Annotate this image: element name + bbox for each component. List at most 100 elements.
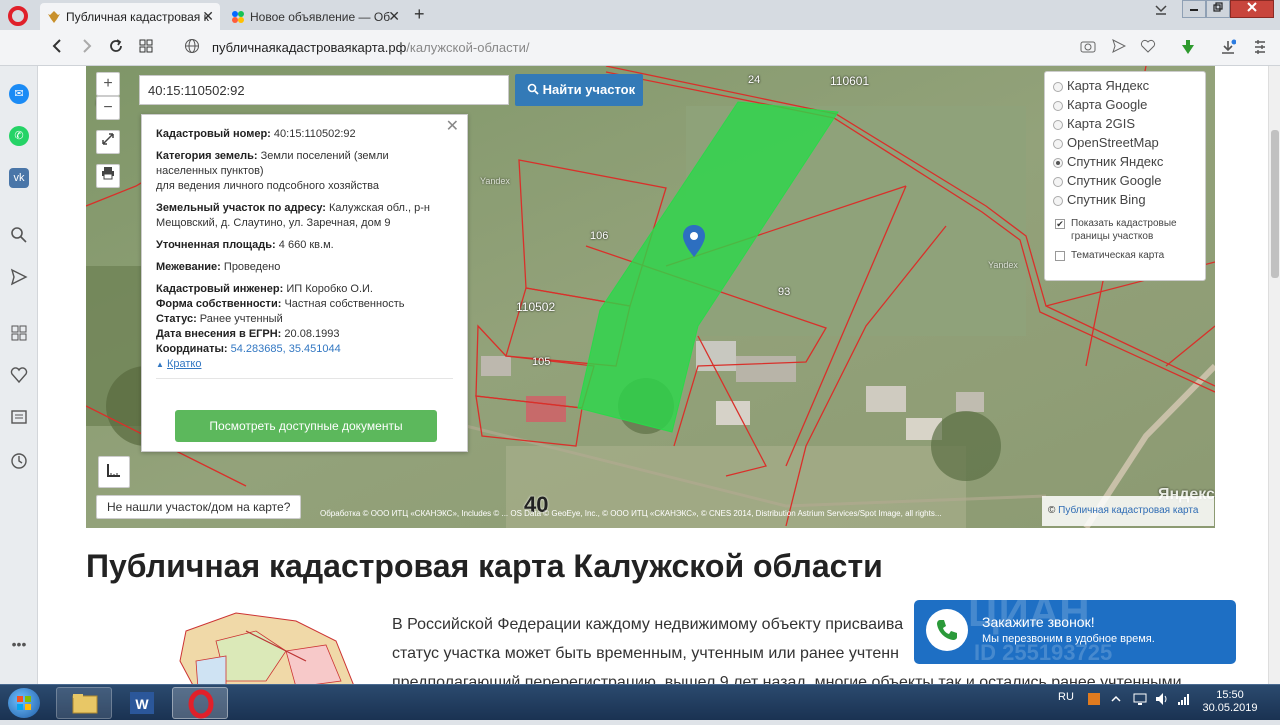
- quarter-label: 110601: [830, 74, 870, 88]
- checkbox-checked[interactable]: ✔: [1055, 219, 1065, 229]
- ruler-button[interactable]: [98, 456, 130, 488]
- page-content: 24 110601 106 110502 93 105 40 88 Yandex…: [38, 66, 1268, 684]
- language-indicator[interactable]: RU: [1058, 691, 1074, 703]
- volume-icon[interactable]: [1154, 691, 1170, 707]
- tab-cadastral[interactable]: Публичная кадастровая к ✕: [40, 3, 220, 30]
- engineer-value: ИП Коробко О.И.: [286, 283, 373, 295]
- category-use-value: для ведения личного подсобного хозяйства: [156, 180, 379, 192]
- fullscreen-button[interactable]: [96, 130, 120, 154]
- more-icon[interactable]: •••: [10, 636, 28, 654]
- forward-icon[interactable]: [80, 38, 94, 54]
- view-documents-button[interactable]: Посмотреть доступные документы: [175, 410, 437, 442]
- info-label: Кадастровый инженер:: [156, 283, 284, 295]
- word-taskbar-button[interactable]: W: [114, 687, 170, 719]
- brief-toggle[interactable]: ▲ Кратко: [156, 358, 201, 370]
- url-field[interactable]: публичнаякадастроваякарта.рф/калужской-о…: [212, 40, 529, 55]
- attribution-link[interactable]: Публичная кадастровая карта: [1058, 505, 1198, 516]
- info-label: Дата внесения в ЕГРН:: [156, 328, 282, 340]
- search-icon[interactable]: [10, 226, 28, 244]
- address-bar: публичнаякадастроваякарта.рф/калужской-о…: [0, 30, 1280, 66]
- radio-button[interactable]: [1053, 82, 1063, 92]
- close-card-icon[interactable]: ✕: [446, 119, 459, 135]
- messenger-icon[interactable]: ✉: [9, 84, 29, 104]
- thematic-option[interactable]: Тематическая карта: [1053, 249, 1197, 262]
- tab-close-icon[interactable]: ✕: [388, 8, 400, 25]
- download-icon[interactable]: [1220, 39, 1236, 55]
- whatsapp-icon[interactable]: ✆: [9, 126, 29, 146]
- layer-label: Карта Google: [1067, 97, 1148, 112]
- layer-option[interactable]: Карта Яндекс: [1053, 78, 1197, 97]
- send-icon[interactable]: [10, 268, 28, 286]
- layer-option[interactable]: Карта Google: [1053, 97, 1197, 116]
- tray-app-icon[interactable]: [1086, 691, 1102, 707]
- quarter-label: 110502: [516, 300, 556, 314]
- map-pin-icon[interactable]: [682, 224, 706, 258]
- yandex-watermark: Yandex: [988, 260, 1018, 270]
- show-borders-label: Показать кадастровые границы участков: [1071, 218, 1177, 242]
- layer-option-selected[interactable]: Спутник Яндекс: [1053, 154, 1197, 173]
- opera-taskbar-button[interactable]: [172, 687, 228, 719]
- page-scrollbar[interactable]: [1268, 66, 1280, 684]
- status-value: Ранее учтенный: [199, 313, 283, 325]
- start-button[interactable]: [8, 688, 40, 718]
- zoom-out-button[interactable]: −: [96, 96, 120, 120]
- speed-dial-icon[interactable]: [10, 324, 28, 342]
- close-window-button[interactable]: [1230, 0, 1274, 18]
- layer-switcher: Карта Яндекс Карта Google Карта 2GIS Ope…: [1044, 71, 1206, 281]
- coordinates-link[interactable]: 54.283685, 35.451044: [231, 343, 341, 355]
- print-button[interactable]: [96, 164, 120, 188]
- easy-setup-icon[interactable]: [1252, 39, 1268, 55]
- back-icon[interactable]: [50, 38, 64, 54]
- cadastral-map[interactable]: 24 110601 106 110502 93 105 40 88 Yandex…: [86, 66, 1215, 528]
- layer-option[interactable]: Спутник Bing: [1053, 192, 1197, 211]
- scrollbar-thumb[interactable]: [1271, 130, 1279, 278]
- radio-button[interactable]: [1053, 177, 1063, 187]
- heart-icon[interactable]: [10, 366, 28, 384]
- printer-icon: [102, 167, 114, 180]
- not-found-link[interactable]: Не нашли участок/дом на карте?: [96, 495, 302, 519]
- tab-menu-icon[interactable]: [1154, 2, 1168, 16]
- send-icon[interactable]: [1112, 39, 1126, 53]
- network-icon[interactable]: [1132, 691, 1148, 707]
- explorer-taskbar-button[interactable]: [56, 687, 112, 719]
- url-domain: публичнаякадастроваякарта.рф: [212, 40, 407, 55]
- url-path: /калужской-области/: [406, 40, 530, 55]
- camera-icon[interactable]: [1080, 39, 1096, 53]
- maximize-button[interactable]: [1206, 0, 1230, 18]
- signal-icon[interactable]: [1176, 691, 1192, 707]
- history-icon[interactable]: [10, 452, 28, 470]
- zoom-in-button[interactable]: +: [96, 72, 120, 96]
- show-borders-option[interactable]: ✔ Показать кадастровые границы участков: [1053, 217, 1197, 243]
- minimize-button[interactable]: [1182, 0, 1206, 18]
- find-parcel-button[interactable]: Найти участок: [515, 74, 643, 106]
- radio-button[interactable]: [1053, 101, 1063, 111]
- cadastral-search-input[interactable]: 40:15:110502:92: [139, 75, 509, 105]
- attribution-prefix: ©: [1048, 505, 1056, 516]
- layer-option[interactable]: OpenStreetMap: [1053, 135, 1197, 154]
- cian-favicon-icon: [232, 11, 244, 23]
- radio-button[interactable]: [1053, 120, 1063, 130]
- new-tab-button[interactable]: +: [414, 4, 425, 25]
- tab-close-icon[interactable]: ✕: [202, 8, 214, 25]
- checkbox[interactable]: [1055, 251, 1065, 261]
- opera-menu-icon[interactable]: [8, 6, 28, 26]
- speed-dial-icon[interactable]: [138, 38, 154, 54]
- news-icon[interactable]: [10, 408, 28, 426]
- info-label: Кадастровый номер:: [156, 128, 271, 140]
- tab-new-listing[interactable]: Новое объявление — Об ✕: [224, 3, 406, 30]
- radio-button-selected[interactable]: [1053, 158, 1063, 168]
- heart-icon[interactable]: [1140, 39, 1156, 53]
- vk-icon[interactable]: vk: [9, 168, 29, 188]
- page-title: Публичная кадастровая карта Калужской об…: [86, 548, 883, 584]
- radio-button[interactable]: [1053, 196, 1063, 206]
- radio-button[interactable]: [1053, 139, 1063, 149]
- find-parcel-label: Найти участок: [542, 82, 636, 97]
- layer-label: Спутник Bing: [1067, 192, 1146, 207]
- extension-icon[interactable]: [1180, 39, 1196, 55]
- system-clock[interactable]: 15:50 30.05.2019: [1200, 689, 1260, 715]
- reload-icon[interactable]: [108, 38, 124, 54]
- layer-option[interactable]: Карта 2GIS: [1053, 116, 1197, 135]
- layer-option[interactable]: Спутник Google: [1053, 173, 1197, 192]
- parcel-label: 93: [778, 286, 791, 298]
- tray-expand-icon[interactable]: [1110, 691, 1122, 707]
